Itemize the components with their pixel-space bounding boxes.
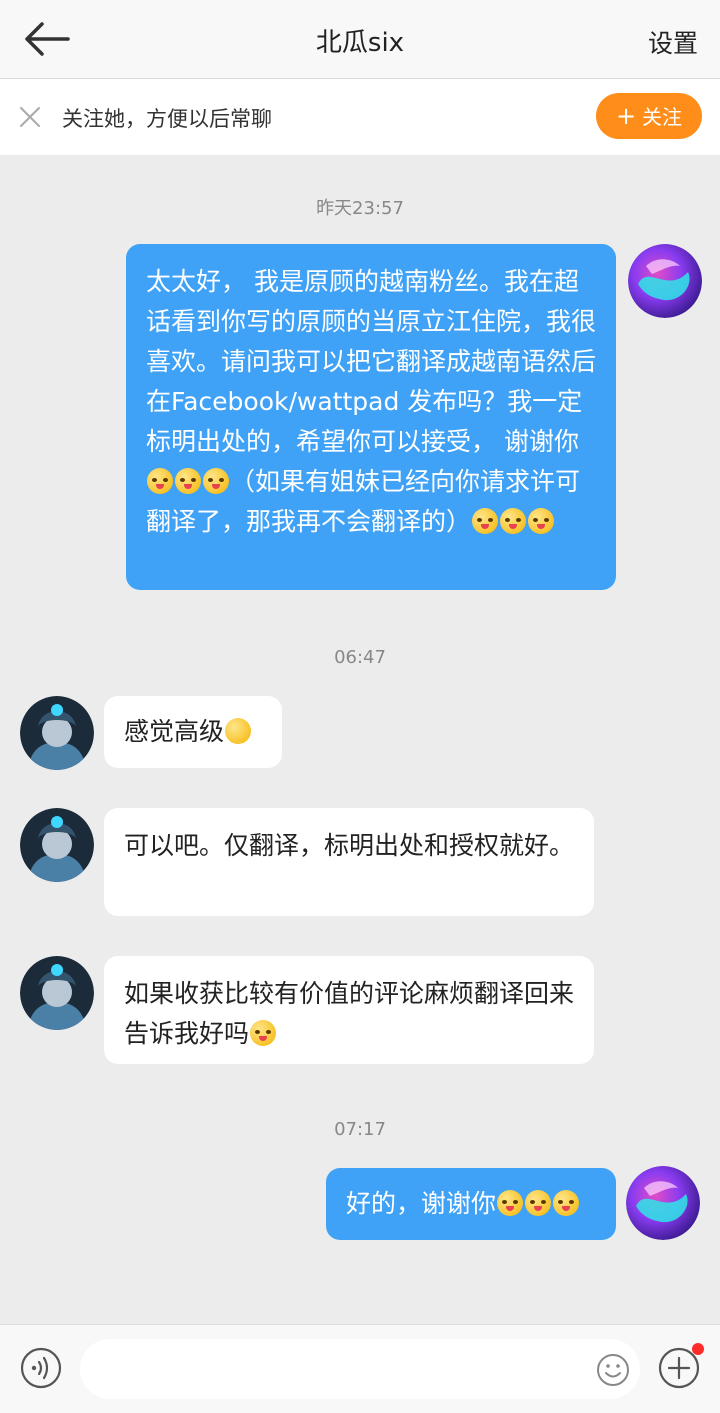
- timestamp: 06:47: [334, 647, 386, 668]
- message-input-bar: [0, 1324, 720, 1413]
- incoming-message-bubble[interactable]: 感觉高级: [104, 696, 282, 768]
- heart-kiss-emoji-icon: [525, 1190, 552, 1216]
- message-text: 感觉高级: [124, 717, 225, 746]
- contact-avatar[interactable]: [20, 696, 94, 770]
- smiley-icon: [597, 1354, 629, 1386]
- voice-input-button[interactable]: [20, 1347, 62, 1389]
- incoming-message-bubble[interactable]: 可以吧。仅翻译，标明出处和授权就好。: [104, 808, 594, 916]
- heart-kiss-emoji-icon: [553, 1190, 580, 1216]
- blush-emoji-icon: [203, 468, 229, 494]
- my-avatar[interactable]: [626, 1166, 700, 1240]
- blush-emoji-icon: [175, 468, 201, 494]
- blush-emoji-icon: [472, 508, 499, 534]
- contact-avatar[interactable]: [20, 956, 94, 1030]
- my-avatar[interactable]: [628, 244, 702, 318]
- blush-emoji-icon: [500, 508, 527, 534]
- thinking-emoji-icon: [225, 718, 252, 744]
- settings-button[interactable]: 设置: [648, 24, 698, 60]
- smile-emoji-icon: [250, 1020, 277, 1046]
- message-text: 好的，谢谢你: [346, 1189, 497, 1218]
- blush-emoji-icon: [147, 468, 173, 494]
- plus-icon: +: [615, 102, 637, 130]
- timestamp: 07:17: [334, 1119, 386, 1140]
- outgoing-message-bubble[interactable]: 太太好， 我是原顾的越南粉丝。我在超话看到你写的原顾的当原立江住院，我很喜欢。请…: [126, 244, 616, 590]
- emoji-button[interactable]: [596, 1353, 630, 1387]
- timestamp: 昨天23:57: [316, 198, 404, 219]
- chat-title: 北瓜six: [315, 28, 405, 58]
- heart-kiss-emoji-icon: [497, 1190, 524, 1216]
- voice-icon: [20, 1347, 62, 1389]
- top-bar: 北瓜six 设置: [0, 0, 720, 79]
- follow-button-label: 关注: [642, 105, 683, 129]
- contact-avatar[interactable]: [20, 808, 94, 882]
- close-icon[interactable]: [18, 105, 42, 129]
- incoming-message-bubble[interactable]: 如果收获比较有价值的评论麻烦翻译回来告诉我好吗: [104, 956, 594, 1064]
- follow-prompt-text: 关注她，方便以后常聊: [62, 107, 272, 131]
- follow-button[interactable]: + 关注: [596, 93, 702, 139]
- notification-dot: [692, 1343, 704, 1355]
- message-text: 太太好， 我是原顾的越南粉丝。我在超话看到你写的原顾的当原立江住院，我很喜欢。请…: [146, 267, 597, 456]
- blush-emoji-icon: [528, 508, 555, 534]
- follow-prompt-bar: 关注她，方便以后常聊 + 关注: [0, 79, 720, 155]
- message-text: 可以吧。仅翻译，标明出处和授权就好。: [124, 831, 575, 860]
- message-input[interactable]: [80, 1339, 640, 1399]
- message-text: 如果收获比较有价值的评论麻烦翻译回来告诉我好吗: [124, 979, 575, 1048]
- outgoing-message-bubble[interactable]: 好的，谢谢你: [326, 1168, 616, 1240]
